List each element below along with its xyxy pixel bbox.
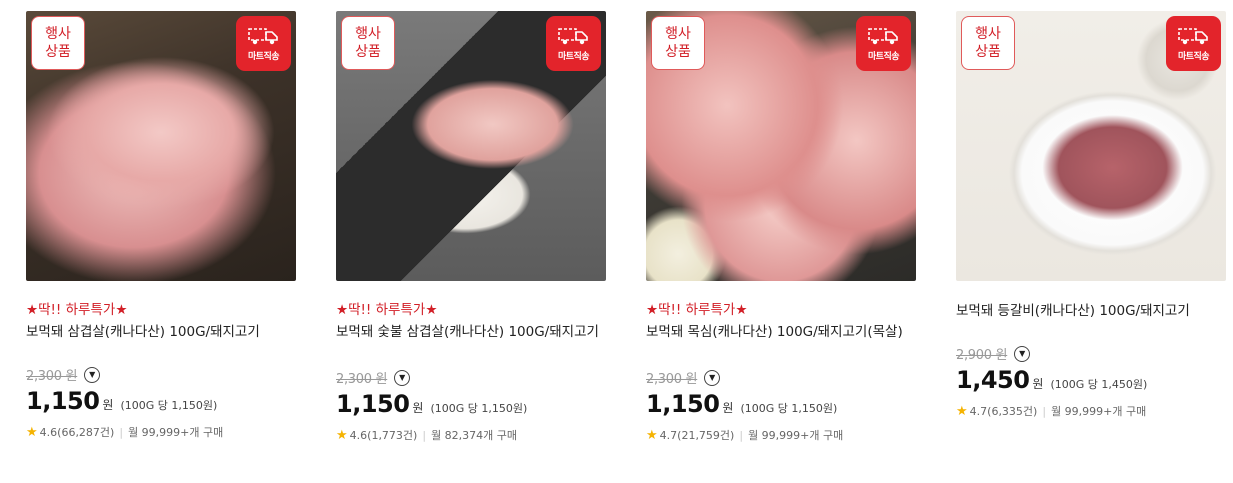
sale-price: 1,150 [26, 387, 100, 415]
divider: | [119, 425, 124, 439]
sale-price: 1,150 [646, 390, 720, 418]
product-card[interactable]: 행사 상품 마트직송 ★딱!! 하루특가★ 보먹돼 숯불 삼겹살(캐나다산) 1… [336, 11, 606, 444]
rating-text: 4.6(66,287건) [39, 426, 115, 439]
price-detail-button[interactable]: ▼ [394, 369, 411, 386]
sale-price: 1,450 [956, 366, 1030, 394]
rating-text: 4.7(6,335건) [969, 405, 1038, 418]
product-card[interactable]: 행사 상품 마트직송 ★딱!! 하루특가★ 보먹돼 목심(캐나다산) 100G/… [646, 11, 916, 444]
product-title[interactable]: 보먹돼 숯불 삼겹살(캐나다산) 100G/돼지고기 [336, 321, 606, 365]
price-detail-button[interactable]: ▼ [704, 369, 721, 386]
event-badge: 행사 상품 [961, 16, 1015, 70]
currency-label: 원 [1032, 377, 1044, 391]
mart-delivery-badge: 마트직송 [236, 16, 291, 71]
mart-delivery-badge: 마트직송 [546, 16, 601, 71]
promo-text: ★딱!! 하루특가★ [26, 302, 128, 318]
product-image[interactable]: 행사 상품 마트직송 [646, 11, 916, 281]
product-image[interactable]: 행사 상품 마트직송 [336, 11, 606, 281]
divider: | [1042, 404, 1047, 418]
star-icon: ★ [646, 427, 658, 443]
promo-text: ★딱!! 하루특가★ [646, 302, 748, 318]
original-price: 2,300 원 [646, 372, 698, 387]
delivery-badge-label: 마트직송 [247, 51, 280, 62]
divider: | [739, 428, 744, 442]
mart-delivery-badge: 마트직송 [856, 16, 911, 71]
delivery-truck-icon [867, 27, 898, 44]
chevron-down-icon: ▼ [1019, 349, 1026, 358]
product-title[interactable]: 보먹돼 목심(캐나다산) 100G/돼지고기(목살) [646, 321, 916, 365]
original-price: 2,300 원 [26, 369, 78, 384]
currency-label: 원 [722, 401, 734, 415]
rating-text: 4.6(1,773건) [349, 429, 418, 442]
delivery-badge-label: 마트직송 [557, 51, 590, 62]
price-detail-button[interactable]: ▼ [1014, 345, 1031, 362]
star-icon: ★ [336, 427, 348, 443]
purchase-count: 월 99,999+개 구매 [128, 426, 224, 439]
unit-price: (100G 당 1,150원) [430, 402, 528, 415]
unit-price: (100G 당 1,150원) [120, 399, 218, 412]
currency-label: 원 [102, 398, 114, 412]
divider: | [422, 428, 427, 442]
delivery-badge-label: 마트직송 [867, 51, 900, 62]
promo-text: ★딱!! 하루특가★ [336, 302, 438, 318]
original-price: 2,900 원 [956, 348, 1008, 363]
delivery-truck-icon [557, 27, 588, 44]
product-image[interactable]: 행사 상품 마트직송 [956, 11, 1226, 281]
chevron-down-icon: ▼ [709, 373, 716, 382]
star-icon: ★ [956, 403, 968, 419]
price-detail-button[interactable]: ▼ [84, 366, 101, 383]
event-badge: 행사 상품 [651, 16, 705, 70]
mart-delivery-badge: 마트직송 [1166, 16, 1221, 71]
currency-label: 원 [412, 401, 424, 415]
purchase-count: 월 82,374개 구매 [431, 429, 518, 442]
product-image[interactable]: 행사 상품 마트직송 [26, 11, 296, 281]
delivery-truck-icon [1177, 27, 1208, 44]
event-badge: 행사 상품 [341, 16, 395, 70]
delivery-truck-icon [247, 27, 278, 44]
star-icon: ★ [26, 424, 38, 440]
rating-text: 4.7(21,759건) [659, 429, 735, 442]
sale-price: 1,150 [336, 390, 410, 418]
chevron-down-icon: ▼ [399, 373, 406, 382]
delivery-badge-label: 마트직송 [1177, 51, 1210, 62]
unit-price: (100G 당 1,150원) [740, 402, 838, 415]
event-badge: 행사 상품 [31, 16, 85, 70]
product-title[interactable]: 보먹돼 등갈비(캐나다산) 100G/돼지고기 [956, 300, 1226, 322]
purchase-count: 월 99,999+개 구매 [1051, 405, 1147, 418]
product-card[interactable]: 행사 상품 마트직송 ★딱!! 하루특가★ 보먹돼 삼겹살(캐나다산) 100G… [26, 11, 296, 441]
purchase-count: 월 99,999+개 구매 [748, 429, 844, 442]
chevron-down-icon: ▼ [89, 370, 96, 379]
product-card[interactable]: 행사 상품 마트직송 보먹돼 등갈비(캐나다산) 100G/돼지고기 2,900… [956, 11, 1226, 420]
product-title[interactable]: 보먹돼 삼겹살(캐나다산) 100G/돼지고기 [26, 321, 296, 343]
original-price: 2,300 원 [336, 372, 388, 387]
unit-price: (100G 당 1,450원) [1050, 378, 1148, 391]
